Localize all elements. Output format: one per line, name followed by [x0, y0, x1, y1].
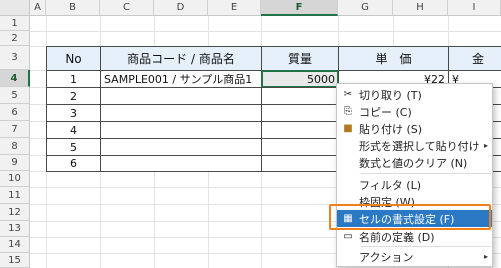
row-header-1[interactable]: 1	[0, 16, 30, 31]
table-cell-weight[interactable]	[261, 87, 339, 105]
menu-item-paste[interactable]: ■ 貼り付け (S)	[337, 120, 492, 137]
row-header-10[interactable]: 10	[0, 171, 30, 187]
menu-item-label: 切り取り (T)	[359, 88, 422, 102]
table-cell-product[interactable]	[100, 138, 262, 156]
table-cell-no[interactable]: 1	[46, 70, 101, 88]
table-cell-weight[interactable]	[261, 121, 339, 139]
row-header-15[interactable]: 15	[0, 253, 30, 268]
table-cell-no[interactable]: 2	[46, 87, 101, 105]
column-header-f[interactable]: F	[261, 0, 338, 16]
spreadsheet[interactable]: A B C D E F G H I 1 2 3 4 5 6 7 8 9 10 1…	[0, 0, 501, 268]
menu-item-label: アクション	[359, 250, 414, 264]
table-cell-product[interactable]	[100, 121, 262, 139]
menu-item-copy[interactable]: ⎘ コピー (C)	[337, 103, 492, 120]
row-header-13[interactable]: 13	[0, 221, 30, 237]
paste-icon: ■	[343, 123, 353, 134]
row-header-11[interactable]: 11	[0, 187, 30, 204]
menu-item-label: フィルタ (L)	[359, 178, 421, 192]
column-header-a[interactable]: A	[30, 0, 46, 16]
table-cell-product[interactable]	[100, 87, 262, 105]
column-header-d[interactable]: D	[154, 0, 208, 16]
column-header-g[interactable]: G	[338, 0, 393, 16]
row-header-5[interactable]: 5	[0, 87, 30, 104]
row-header-6[interactable]: 6	[0, 104, 30, 121]
column-header-i[interactable]: I	[448, 0, 501, 16]
gridline	[30, 31, 501, 32]
define-name-icon: ▭	[343, 231, 353, 242]
table-cell-no[interactable]: 5	[46, 138, 101, 156]
menu-icon-blank	[337, 176, 359, 193]
menu-item-paste-special[interactable]: 形式を選択して貼り付け ▸	[337, 137, 492, 154]
submenu-arrow-icon: ▸	[483, 141, 488, 150]
row-header-2[interactable]: 2	[0, 31, 30, 46]
scissors-icon: ✂	[343, 89, 353, 100]
menu-item-define-name[interactable]: ▭ 名前の定義 (D)	[337, 228, 492, 245]
table-cell-weight[interactable]: 5000	[262, 71, 338, 87]
column-header-h[interactable]: H	[393, 0, 448, 16]
header-cell-unit-price[interactable]: 単 価	[338, 46, 449, 71]
context-menu: ✂ 切り取り (T) ⎘ コピー (C) ■ 貼り付け (S) 形式を選択して貼…	[336, 83, 493, 267]
row-header-14[interactable]: 14	[0, 237, 30, 253]
menu-item-actions[interactable]: アクション ▸	[337, 248, 492, 265]
header-cell-no[interactable]: No	[46, 46, 101, 71]
table-cell-weight[interactable]	[261, 155, 339, 172]
header-cell-amount[interactable]: 金	[448, 46, 501, 71]
row-header-12[interactable]: 12	[0, 204, 30, 221]
menu-icon-blank	[337, 137, 359, 154]
menu-item-clear-formulas[interactable]: 数式と値のクリア (N)	[337, 154, 492, 171]
menu-icon-blank	[337, 248, 359, 265]
row-header-8[interactable]: 8	[0, 138, 30, 155]
table-cell-no[interactable]: 3	[46, 104, 101, 122]
column-header-b[interactable]: B	[46, 0, 100, 16]
header-cell-product[interactable]: 商品コード / 商品名	[100, 46, 262, 71]
menu-item-label: 貼り付け (S)	[359, 122, 423, 136]
column-header-c[interactable]: C	[100, 0, 154, 16]
highlight-callout-box	[329, 204, 491, 230]
menu-separator	[361, 246, 491, 247]
table-cell-weight[interactable]	[261, 138, 339, 156]
submenu-arrow-icon: ▸	[483, 252, 488, 261]
table-cell-product[interactable]: SAMPLE001 / サンプル商品1	[100, 70, 262, 88]
menu-icon-blank	[337, 154, 359, 171]
copy-icon: ⎘	[344, 106, 352, 117]
table-cell-product[interactable]	[100, 104, 262, 122]
menu-separator	[361, 173, 491, 174]
menu-item-cut[interactable]: ✂ 切り取り (T)	[337, 86, 492, 103]
menu-item-label: コピー (C)	[359, 105, 412, 119]
menu-item-label: 名前の定義 (D)	[359, 230, 435, 244]
column-header-e[interactable]: E	[208, 0, 261, 16]
table-cell-no[interactable]: 6	[46, 155, 101, 172]
table-cell-product[interactable]	[100, 155, 262, 172]
row-header-7[interactable]: 7	[0, 121, 30, 138]
row-header-4[interactable]: 4	[0, 70, 30, 87]
table-cell-weight[interactable]	[261, 104, 339, 122]
header-cell-weight[interactable]: 質量	[261, 46, 339, 71]
menu-item-label: 形式を選択して貼り付け	[359, 139, 480, 153]
select-all-corner[interactable]	[0, 0, 30, 16]
row-header-3[interactable]: 3	[0, 46, 30, 70]
table-cell-no[interactable]: 4	[46, 121, 101, 139]
menu-item-label: 数式と値のクリア (N)	[359, 156, 468, 170]
row-header-9[interactable]: 9	[0, 155, 30, 171]
menu-item-filter[interactable]: フィルタ (L)	[337, 176, 492, 193]
